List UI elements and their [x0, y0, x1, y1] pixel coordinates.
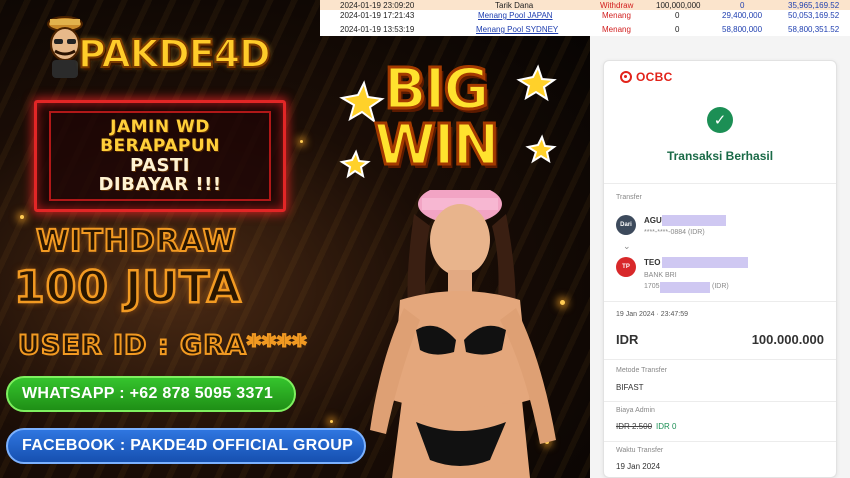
ocbc-mark-icon: [620, 71, 632, 83]
guarantee-line: BERAPAPUN: [100, 136, 220, 156]
fee-original: IDR 2.500: [616, 422, 653, 431]
row-balance: 50,053,169.52: [788, 11, 840, 20]
row-debit: 0: [675, 25, 680, 34]
table-row: 2024-01-19 13:53:19 Menang Pool SYDNEY M…: [320, 24, 850, 35]
transaction-ledger: 2024-01-19 23:09:20 Tarik Dana Withdraw …: [320, 0, 850, 36]
row-date: 2024-01-19 13:53:19: [340, 25, 415, 34]
pakde4d-logo: PAKDE4D: [38, 10, 272, 85]
guarantee-line: JAMIN WD: [110, 117, 210, 137]
row-credit: 0: [740, 1, 745, 10]
divider: [604, 359, 836, 360]
redaction-mask: [662, 257, 748, 268]
sender-avatar: Dari: [616, 215, 636, 235]
redaction-mask: [660, 282, 710, 293]
facebook-group-button[interactable]: FACEBOOK : PAKDE4D OFFICIAL GROUP: [6, 428, 366, 464]
transfer-label: Transfer: [616, 194, 642, 201]
whatsapp-contact-button[interactable]: WHATSAPP : +62 878 5095 3371: [6, 376, 296, 412]
sparkle: [300, 140, 303, 143]
big-win-line-1: BIG: [382, 57, 491, 122]
time-label: Waktu Transfer: [616, 447, 664, 454]
guarantee-line: DIBAYAR !!!: [98, 174, 222, 195]
sparkle: [20, 215, 24, 219]
recipient-name: TEO: [644, 258, 661, 267]
logo-text: PAKDE4D: [77, 31, 272, 77]
ocbc-logo: OCBC: [620, 70, 673, 84]
sender-name: AGU: [644, 216, 662, 225]
redaction-mask: [662, 215, 726, 226]
model-figure: [370, 190, 556, 478]
withdraw-label: WITHDRAW: [35, 223, 237, 260]
divider: [604, 441, 836, 442]
row-status: Menang: [602, 25, 631, 34]
row-debit: 100,000,000: [656, 1, 701, 10]
table-row: 2024-01-19 17:21:43 Menang Pool JAPAN Me…: [320, 10, 850, 21]
divider: [604, 401, 836, 402]
row-date: 2024-01-19 23:09:20: [340, 1, 415, 10]
row-credit: 29,400,000: [722, 11, 763, 20]
guarantee-inner: JAMIN WD BERAPAPUN PASTI DIBAYAR !!!: [49, 111, 271, 201]
row-debit: 0: [675, 11, 680, 20]
bank-name: OCBC: [636, 70, 673, 84]
recipient-account-prefix: 1705: [644, 283, 660, 290]
transfer-method: BIFAST: [616, 383, 644, 392]
recipient-bank: BANK BRI: [644, 272, 677, 279]
row-credit: 58,800,000: [722, 25, 763, 34]
method-label: Metode Transfer: [616, 367, 667, 374]
fee-current: IDR 0: [656, 422, 677, 431]
currency-label: IDR: [616, 332, 639, 347]
row-date: 2024-01-19 17:21:43: [340, 11, 415, 20]
recipient-account-suffix: (IDR): [712, 283, 729, 290]
row-balance: 58,800,351.52: [788, 25, 840, 34]
row-balance: 35,965,169.52: [788, 1, 840, 10]
row-status: Withdraw: [600, 1, 634, 10]
promo-banner: PAKDE4D JAMIN WD BERAPAPUN PASTI DIBAYAR…: [0, 0, 590, 478]
transfer-receipt: OCBC ✓ Transaksi Berhasil Transfer Dari …: [603, 60, 837, 478]
big-win-line-2: WIN: [372, 113, 501, 178]
transfer-amount: 100.000.000: [751, 332, 824, 347]
row-description-link[interactable]: Menang Pool SYDNEY: [476, 25, 558, 34]
withdraw-amount: 100 JUTA: [13, 261, 242, 315]
divider: [604, 183, 836, 184]
row-description-link[interactable]: Menang Pool JAPAN: [478, 11, 553, 20]
guarantee-line: PASTI: [130, 155, 190, 176]
chevron-down-icon: ⌄: [623, 241, 631, 251]
transaction-status: Transaksi Berhasil: [666, 149, 774, 163]
transfer-time: 19 Jan 2024: [616, 462, 661, 471]
guarantee-box: JAMIN WD BERAPAPUN PASTI DIBAYAR !!!: [34, 100, 286, 212]
recipient-avatar: TP: [616, 257, 636, 277]
user-id: USER ID : GRA****: [17, 329, 308, 362]
fee-label: Biaya Admin: [616, 407, 655, 414]
row-description: Tarik Dana: [495, 1, 534, 10]
sender-account: ****-****-0884 (IDR): [644, 229, 705, 236]
row-status: Menang: [602, 11, 631, 20]
big-win-badge: BIG WIN: [338, 55, 558, 185]
success-check-icon: ✓: [707, 107, 733, 133]
divider: [604, 301, 836, 302]
transfer-datetime: 19 Jan 2024 · 23:47:59: [616, 311, 689, 318]
